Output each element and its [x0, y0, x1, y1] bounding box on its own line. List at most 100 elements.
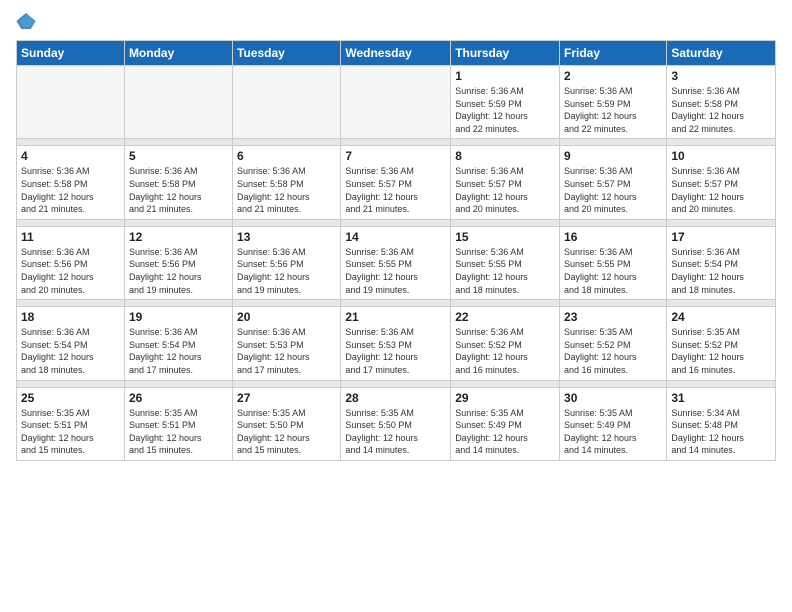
calendar-day	[17, 66, 125, 139]
spacer-cell	[124, 219, 232, 226]
spacer-cell	[17, 139, 125, 146]
day-info: Sunrise: 5:35 AM Sunset: 5:50 PM Dayligh…	[237, 407, 336, 457]
day-number: 29	[455, 391, 555, 405]
spacer-cell	[233, 139, 341, 146]
logo	[16, 12, 40, 30]
calendar-day: 15 Sunrise: 5:36 AM Sunset: 5:55 PM Dayli…	[451, 226, 560, 299]
calendar-day: 27 Sunrise: 5:35 AM Sunset: 5:50 PM Dayli…	[233, 387, 341, 460]
spacer-cell	[341, 219, 451, 226]
day-number: 13	[237, 230, 336, 244]
day-number: 27	[237, 391, 336, 405]
calendar-day: 20 Sunrise: 5:36 AM Sunset: 5:53 PM Dayli…	[233, 307, 341, 380]
calendar-day: 6 Sunrise: 5:36 AM Sunset: 5:58 PM Daylig…	[233, 146, 341, 219]
spacer-cell	[667, 380, 776, 387]
calendar-day	[124, 66, 232, 139]
week-spacer	[17, 380, 776, 387]
day-info: Sunrise: 5:36 AM Sunset: 5:55 PM Dayligh…	[345, 246, 446, 296]
calendar-day: 9Sunrise: 5:36 AM Sunset: 5:57 PM Daylig…	[560, 146, 667, 219]
calendar-day: 22 Sunrise: 5:36 AM Sunset: 5:52 PM Dayli…	[451, 307, 560, 380]
day-info: Sunrise: 5:36 AM Sunset: 5:57 PM Dayligh…	[671, 165, 771, 215]
day-number: 23	[564, 310, 662, 324]
calendar-day: 17Sunrise: 5:36 AM Sunset: 5:54 PM Dayli…	[667, 226, 776, 299]
calendar-day: 16Sunrise: 5:36 AM Sunset: 5:55 PM Dayli…	[560, 226, 667, 299]
calendar-week-row: 18Sunrise: 5:36 AM Sunset: 5:54 PM Dayli…	[17, 307, 776, 380]
day-info: Sunrise: 5:36 AM Sunset: 5:56 PM Dayligh…	[129, 246, 228, 296]
day-info: Sunrise: 5:36 AM Sunset: 5:56 PM Dayligh…	[21, 246, 120, 296]
day-info: Sunrise: 5:35 AM Sunset: 5:52 PM Dayligh…	[564, 326, 662, 376]
day-number: 20	[237, 310, 336, 324]
calendar-day: 19 Sunrise: 5:36 AM Sunset: 5:54 PM Dayli…	[124, 307, 232, 380]
spacer-cell	[17, 219, 125, 226]
day-info: Sunrise: 5:35 AM Sunset: 5:51 PM Dayligh…	[21, 407, 120, 457]
day-number: 4	[21, 149, 120, 163]
calendar-day: 3Sunrise: 5:36 AM Sunset: 5:58 PM Daylig…	[667, 66, 776, 139]
day-info: Sunrise: 5:36 AM Sunset: 5:53 PM Dayligh…	[237, 326, 336, 376]
calendar-day: 25 Sunrise: 5:35 AM Sunset: 5:51 PM Dayli…	[17, 387, 125, 460]
calendar-day: 12Sunrise: 5:36 AM Sunset: 5:56 PM Dayli…	[124, 226, 232, 299]
calendar-week-row: 11Sunrise: 5:36 AM Sunset: 5:56 PM Dayli…	[17, 226, 776, 299]
day-number: 31	[671, 391, 771, 405]
day-number: 15	[455, 230, 555, 244]
day-info: Sunrise: 5:36 AM Sunset: 5:57 PM Dayligh…	[455, 165, 555, 215]
day-number: 17	[671, 230, 771, 244]
calendar-header-row: SundayMondayTuesdayWednesdayThursdayFrid…	[17, 41, 776, 66]
calendar-day: 4 Sunrise: 5:36 AM Sunset: 5:58 PM Daylig…	[17, 146, 125, 219]
spacer-cell	[233, 219, 341, 226]
day-info: Sunrise: 5:35 AM Sunset: 5:52 PM Dayligh…	[671, 326, 771, 376]
calendar-day: 13Sunrise: 5:36 AM Sunset: 5:56 PM Dayli…	[233, 226, 341, 299]
calendar-day: 23 Sunrise: 5:35 AM Sunset: 5:52 PM Dayli…	[560, 307, 667, 380]
day-info: Sunrise: 5:36 AM Sunset: 5:58 PM Dayligh…	[21, 165, 120, 215]
calendar-week-row: 4 Sunrise: 5:36 AM Sunset: 5:58 PM Daylig…	[17, 146, 776, 219]
day-number: 19	[129, 310, 228, 324]
day-info: Sunrise: 5:35 AM Sunset: 5:51 PM Dayligh…	[129, 407, 228, 457]
day-info: Sunrise: 5:36 AM Sunset: 5:58 PM Dayligh…	[237, 165, 336, 215]
spacer-cell	[667, 139, 776, 146]
spacer-cell	[667, 219, 776, 226]
day-number: 6	[237, 149, 336, 163]
spacer-cell	[233, 300, 341, 307]
day-info: Sunrise: 5:36 AM Sunset: 5:54 PM Dayligh…	[129, 326, 228, 376]
calendar-day	[233, 66, 341, 139]
day-number: 30	[564, 391, 662, 405]
week-spacer	[17, 139, 776, 146]
day-number: 22	[455, 310, 555, 324]
day-info: Sunrise: 5:36 AM Sunset: 5:53 PM Dayligh…	[345, 326, 446, 376]
day-number: 21	[345, 310, 446, 324]
weekday-header-tuesday: Tuesday	[233, 41, 341, 66]
calendar-day	[341, 66, 451, 139]
spacer-cell	[124, 380, 232, 387]
calendar-day: 18Sunrise: 5:36 AM Sunset: 5:54 PM Dayli…	[17, 307, 125, 380]
calendar-day: 24Sunrise: 5:35 AM Sunset: 5:52 PM Dayli…	[667, 307, 776, 380]
day-info: Sunrise: 5:36 AM Sunset: 5:57 PM Dayligh…	[345, 165, 446, 215]
weekday-header-sunday: Sunday	[17, 41, 125, 66]
spacer-cell	[560, 300, 667, 307]
calendar-day: 8Sunrise: 5:36 AM Sunset: 5:57 PM Daylig…	[451, 146, 560, 219]
weekday-header-thursday: Thursday	[451, 41, 560, 66]
day-info: Sunrise: 5:35 AM Sunset: 5:50 PM Dayligh…	[345, 407, 446, 457]
header	[16, 12, 776, 30]
day-info: Sunrise: 5:36 AM Sunset: 5:59 PM Dayligh…	[455, 85, 555, 135]
calendar-day: 2Sunrise: 5:36 AM Sunset: 5:59 PM Daylig…	[560, 66, 667, 139]
day-number: 3	[671, 69, 771, 83]
spacer-cell	[233, 380, 341, 387]
weekday-header-saturday: Saturday	[667, 41, 776, 66]
calendar-week-row: 1Sunrise: 5:36 AM Sunset: 5:59 PM Daylig…	[17, 66, 776, 139]
day-number: 5	[129, 149, 228, 163]
weekday-header-monday: Monday	[124, 41, 232, 66]
calendar-day: 26Sunrise: 5:35 AM Sunset: 5:51 PM Dayli…	[124, 387, 232, 460]
day-info: Sunrise: 5:36 AM Sunset: 5:55 PM Dayligh…	[455, 246, 555, 296]
day-info: Sunrise: 5:35 AM Sunset: 5:49 PM Dayligh…	[455, 407, 555, 457]
calendar-table: SundayMondayTuesdayWednesdayThursdayFrid…	[16, 40, 776, 461]
day-number: 25	[21, 391, 120, 405]
calendar-week-row: 25 Sunrise: 5:35 AM Sunset: 5:51 PM Dayli…	[17, 387, 776, 460]
spacer-cell	[451, 300, 560, 307]
weekday-header-wednesday: Wednesday	[341, 41, 451, 66]
calendar-day: 1Sunrise: 5:36 AM Sunset: 5:59 PM Daylig…	[451, 66, 560, 139]
day-info: Sunrise: 5:36 AM Sunset: 5:52 PM Dayligh…	[455, 326, 555, 376]
day-number: 28	[345, 391, 446, 405]
spacer-cell	[451, 380, 560, 387]
spacer-cell	[560, 219, 667, 226]
day-info: Sunrise: 5:34 AM Sunset: 5:48 PM Dayligh…	[671, 407, 771, 457]
calendar-day: 30Sunrise: 5:35 AM Sunset: 5:49 PM Dayli…	[560, 387, 667, 460]
spacer-cell	[341, 380, 451, 387]
